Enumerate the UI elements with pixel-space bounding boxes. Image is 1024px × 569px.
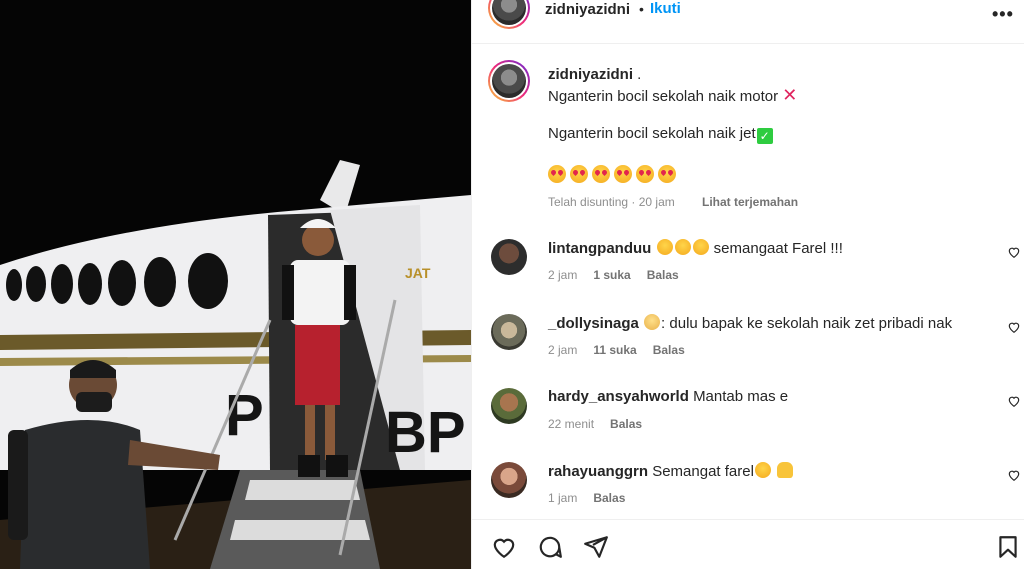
- comment-avatar[interactable]: [491, 462, 527, 498]
- comment-text: rahayuanggrn Semangat farel: [548, 462, 794, 480]
- follow-button[interactable]: Ikuti: [650, 0, 681, 17]
- reply-button[interactable]: Balas: [610, 417, 642, 431]
- post-header: zidniyazidni • Ikuti •••: [472, 0, 1024, 44]
- share-icon[interactable]: [583, 534, 609, 560]
- photo-illustration: P BP JAT: [0, 0, 471, 569]
- comment-username[interactable]: lintangpanduu: [548, 240, 651, 257]
- comment-avatar[interactable]: [491, 314, 527, 350]
- post-actions-bar: [472, 519, 1024, 569]
- see-translation-link[interactable]: Lihat terjemahan: [702, 195, 798, 209]
- comment-meta: 2 jam 11 suka Balas: [548, 343, 685, 357]
- header-avatar[interactable]: [488, 0, 530, 29]
- header-username[interactable]: zidniyazidni: [545, 1, 630, 18]
- caption-username-row: zidniyazidni .: [548, 66, 641, 83]
- like-comment-icon[interactable]: [1007, 468, 1021, 482]
- heart-eyes-emoji-icon: [614, 165, 632, 183]
- heart-eyes-emoji-icon: [754, 462, 771, 478]
- plane-logo-text: JAT: [405, 265, 431, 281]
- comment-avatar[interactable]: [491, 239, 527, 275]
- comment-meta: 2 jam 1 suka Balas: [548, 268, 679, 282]
- comment-body: : dulu bapak ke sekolah naik zet pribadi…: [661, 315, 953, 332]
- comment-item: rahayuanggrn Semangat farel 1 jam Balas: [472, 462, 1024, 522]
- comment-item: _dollysinaga : dulu bapak ke sekolah nai…: [472, 314, 1024, 374]
- comment-username[interactable]: hardy_ansyahworld: [548, 388, 689, 405]
- comment-text: _dollysinaga : dulu bapak ke sekolah nai…: [548, 314, 952, 332]
- more-options-icon[interactable]: •••: [992, 4, 1014, 25]
- heart-eyes-emoji-icon: [636, 165, 654, 183]
- comment-username[interactable]: _dollysinaga: [548, 315, 639, 332]
- comment-body: semangaat Farel !!!: [709, 240, 843, 257]
- plane-registration: P: [225, 383, 264, 448]
- comment-likes[interactable]: 1 suka: [593, 268, 630, 282]
- reply-button[interactable]: Balas: [653, 343, 685, 357]
- comment-text: lintangpanduu semangaat Farel !!!: [548, 239, 843, 257]
- heart-eyes-emoji-icon: [570, 165, 588, 183]
- comment-text: hardy_ansyahworld Mantab mas e: [548, 388, 788, 405]
- header-separator: •: [639, 1, 644, 17]
- check-mark-icon: ✓: [756, 128, 773, 144]
- caption-line-1: Nganterin bocil sekolah naik motor ✕: [548, 85, 797, 106]
- caption-emojis: [548, 165, 676, 183]
- post-detail-panel: zidniyazidni • Ikuti ••• zidniyazidni . …: [471, 0, 1024, 569]
- caption-line-1-text: Nganterin bocil sekolah naik motor: [548, 88, 779, 105]
- heart-eyes-emoji-icon: [692, 239, 709, 255]
- raised-hands-emoji-icon: [777, 462, 794, 478]
- caption-avatar[interactable]: [488, 60, 530, 102]
- comment-avatar[interactable]: [491, 388, 527, 424]
- caption-meta: Telah disunting · 20 jam: [548, 195, 675, 209]
- cross-mark-icon: ✕: [782, 85, 798, 105]
- heart-eyes-emoji-icon: [674, 239, 691, 255]
- comment-username[interactable]: rahayuanggrn: [548, 463, 648, 480]
- comment-likes[interactable]: 11 suka: [593, 343, 636, 357]
- comment-icon[interactable]: [537, 534, 563, 560]
- caption-username[interactable]: zidniyazidni: [548, 66, 633, 83]
- caption-line-2-text: Nganterin bocil sekolah naik jet: [548, 125, 756, 142]
- comment-meta: 22 menit Balas: [548, 417, 642, 431]
- like-icon[interactable]: [491, 534, 517, 560]
- comment-item: lintangpanduu semangaat Farel !!! 2 jam …: [472, 239, 1024, 299]
- comment-item: hardy_ansyahworld Mantab mas e 22 menit …: [472, 388, 1024, 448]
- caption-suffix: .: [633, 66, 642, 83]
- like-comment-icon[interactable]: [1007, 320, 1021, 334]
- instagram-post-view: P BP JAT zidniyazidni • Ikuti ••• zidniy…: [0, 0, 1024, 569]
- heart-eyes-emoji-icon: [548, 165, 566, 183]
- heart-eyes-emoji-icon: [656, 239, 673, 255]
- comment-body: Mantab mas e: [693, 388, 789, 405]
- svg-text:BP: BP: [385, 400, 466, 465]
- save-bookmark-icon[interactable]: [995, 534, 1021, 560]
- comment-time: 2 jam: [548, 343, 578, 357]
- comment-meta: 1 jam Balas: [548, 491, 625, 505]
- caption-line-2: Nganterin bocil sekolah naik jet ✓: [548, 125, 773, 144]
- heart-eyes-emoji-icon: [592, 165, 610, 183]
- heart-eyes-emoji-icon: [658, 165, 676, 183]
- reply-button[interactable]: Balas: [593, 491, 625, 505]
- comment-body: Semangat farel: [652, 463, 754, 480]
- old-man-emoji-icon: [644, 314, 661, 330]
- comment-time: 2 jam: [548, 268, 578, 282]
- comment-time: 22 menit: [548, 417, 595, 431]
- post-photo[interactable]: P BP JAT: [0, 0, 471, 569]
- comment-time: 1 jam: [548, 491, 578, 505]
- like-comment-icon[interactable]: [1007, 245, 1021, 259]
- reply-button[interactable]: Balas: [647, 268, 679, 282]
- like-comment-icon[interactable]: [1007, 394, 1021, 408]
